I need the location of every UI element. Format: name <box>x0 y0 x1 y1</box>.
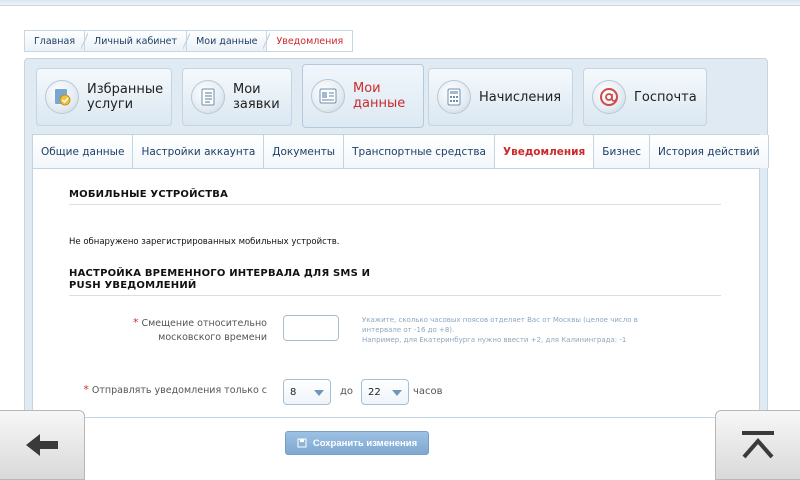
section-divider <box>69 204 721 205</box>
sub-tab-bar: Общие данные Настройки аккаунта Документ… <box>32 134 769 168</box>
to-hour-value: 22 <box>368 386 381 398</box>
breadcrumb-home[interactable]: Главная <box>24 30 85 52</box>
required-mark: * <box>132 316 139 329</box>
tab-account-settings[interactable]: Настройки аккаунта <box>133 135 265 168</box>
tab-action-history[interactable]: История действий <box>650 135 769 168</box>
to-text: до <box>340 386 354 397</box>
chevron-down-icon <box>314 390 324 396</box>
arrow-left-icon <box>26 434 58 456</box>
tab-documents[interactable]: Документы <box>264 135 345 168</box>
chevron-down-icon <box>392 390 402 396</box>
interval-title-line2: PUSH УВЕДОМЛЕНИЙ <box>69 280 197 291</box>
to-hour-select[interactable]: 22 <box>361 379 409 405</box>
offset-label: * Смещение относительно московского врем… <box>103 316 267 345</box>
tab-business[interactable]: Бизнес <box>594 135 650 168</box>
required-mark: * <box>83 383 89 396</box>
scroll-to-top-button[interactable] <box>715 410 800 480</box>
charges-calculator-icon <box>437 80 471 114</box>
section-divider <box>69 295 721 296</box>
favorite-services-icon <box>45 80 79 114</box>
applications-list-icon <box>191 80 225 114</box>
send-interval-label-text: Отправлять уведомления только с <box>91 385 267 396</box>
big-tab-gov-mail[interactable]: Госпочта <box>583 68 707 126</box>
hours-text: часов <box>413 386 443 397</box>
big-tab-my-applications[interactable]: Мои заявки <box>182 68 292 126</box>
interval-settings-title: НАСТРОЙКА ВРЕМЕННОГО ИНТЕРВАЛА ДЛЯ SMS И… <box>69 268 370 292</box>
save-changes-button[interactable]: Сохранить изменения <box>285 431 429 455</box>
tab-notifications[interactable]: Уведомления <box>494 135 595 168</box>
offset-hint: Укажите, сколько часовых поясов отделяет… <box>362 315 702 345</box>
breadcrumb-personal-cabinet[interactable]: Личный кабинет <box>81 30 187 52</box>
personal-data-icon <box>311 79 345 113</box>
big-tab-label: Мои заявки <box>233 82 280 112</box>
breadcrumb-my-data[interactable]: Мои данные <box>183 30 267 52</box>
big-tab-label: Мои данные <box>353 81 406 111</box>
back-button[interactable] <box>0 410 85 480</box>
offset-label-line2: московского времени <box>158 332 267 343</box>
scroll-top-icon <box>742 431 774 459</box>
interval-title-line1: НАСТРОЙКА ВРЕМЕННОГО ИНТЕРВАЛА ДЛЯ SMS И <box>69 268 371 279</box>
notifications-content: МОБИЛЬНЫЕ УСТРОЙСТВА Не обнаружено зарег… <box>32 168 760 455</box>
send-interval-label: * Отправлять уведомления только с <box>63 383 267 398</box>
gov-mail-at-icon <box>592 80 626 114</box>
from-hour-select[interactable]: 8 <box>283 379 331 405</box>
timezone-offset-input[interactable] <box>283 315 339 341</box>
breadcrumb: Главная Личный кабинет Мои данные Уведом… <box>24 30 354 52</box>
big-tab-label: Начисления <box>479 89 562 105</box>
big-tab-label: Избранные услуги <box>87 82 164 112</box>
mobile-devices-title: МОБИЛЬНЫЕ УСТРОЙСТВА <box>69 189 229 200</box>
breadcrumb-notifications-current: Уведомления <box>263 30 354 52</box>
hint-line3: Например, для Екатеринбурга нужно ввести… <box>362 336 627 344</box>
big-tab-favorite-services[interactable]: Избранные услуги <box>36 68 172 126</box>
save-icon <box>297 438 307 448</box>
no-devices-message: Не обнаружено зарегистрированных мобильн… <box>69 237 340 247</box>
tab-vehicles[interactable]: Транспортные средства <box>344 135 495 168</box>
tab-general-data[interactable]: Общие данные <box>33 135 134 168</box>
hint-line2: интервале от -16 до +8). <box>362 326 455 334</box>
save-button-label: Сохранить изменения <box>312 437 418 449</box>
big-tab-my-data[interactable]: Мои данные <box>302 64 424 128</box>
from-hour-value: 8 <box>290 386 297 398</box>
offset-label-line1: Смещение относительно <box>141 318 267 329</box>
hint-line1: Укажите, сколько часовых поясов отделяет… <box>362 316 638 324</box>
big-tab-charges[interactable]: Начисления <box>428 68 573 126</box>
big-tab-label: Госпочта <box>634 89 697 105</box>
